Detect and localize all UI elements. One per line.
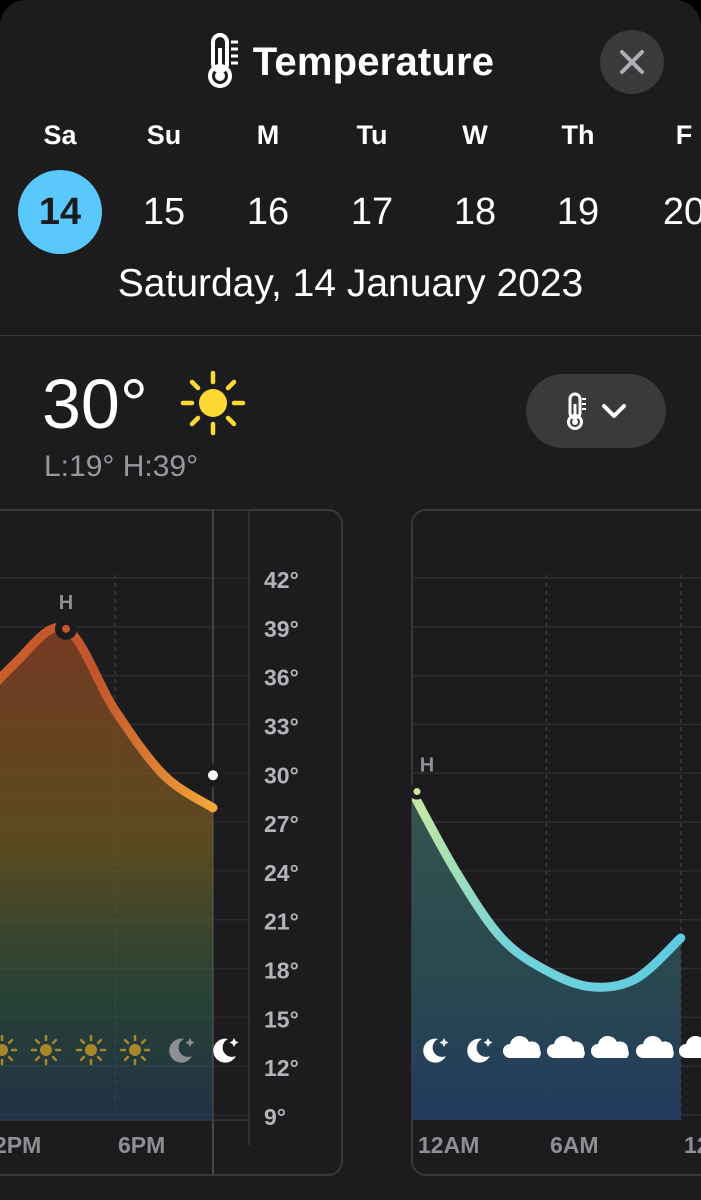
day-abbr: W (462, 120, 488, 150)
y-tick-label: 24° (264, 860, 299, 886)
x-tick-label: 6AM (550, 1132, 599, 1158)
metric-menu-button[interactable] (526, 374, 666, 448)
day-number: 19 (556, 190, 600, 233)
chevron-down-icon (602, 404, 626, 418)
selected-date-label: Saturday, 14 January 2023 (117, 262, 584, 305)
temperature-sheet: Temperature Sa 14 Su 15 M 16 Tu 17 W 18 (0, 0, 701, 1200)
divider (0, 335, 701, 336)
close-icon (620, 50, 644, 74)
sheet-header: Temperature (0, 30, 701, 94)
sun-core (85, 1044, 97, 1056)
sun-icon (180, 370, 246, 441)
high-marker-dot (62, 624, 70, 633)
close-button[interactable] (600, 30, 664, 94)
x-tick-label: 12 (684, 1132, 701, 1158)
day-number: 18 (453, 190, 497, 233)
y-tick-label: 36° (264, 665, 299, 691)
day-abbr: Tu (356, 120, 388, 150)
day-abbr: M (256, 120, 280, 150)
high-marker-label: H (420, 755, 434, 777)
y-tick-label: 9° (264, 1104, 286, 1130)
sun-core (40, 1044, 52, 1056)
cloud-icon (679, 1035, 701, 1058)
day-abbr: Su (146, 120, 182, 150)
future-shade (213, 505, 249, 1120)
y-tick-label: 42° (264, 567, 299, 593)
high-marker-label: H (59, 592, 73, 614)
day-abbr: Th (561, 120, 595, 150)
day-number-selected: 14 (18, 170, 102, 254)
x-tick-label: 6PM (118, 1132, 165, 1158)
y-tick-label: 15° (264, 1006, 299, 1032)
cloud-shape (679, 1035, 701, 1058)
hourly-charts: H H 42° 39° 36° 33° 30° 27° 24° 21° 18° 15° 12° 9° 2PM… (0, 505, 701, 1185)
thermometer-icon (207, 32, 241, 93)
low-high-temperature: L:19° H:39° (44, 450, 199, 483)
y-tick-label: 21° (264, 909, 299, 935)
day-number: 17 (350, 190, 394, 233)
y-tick-label: 12° (264, 1055, 299, 1081)
y-tick-label: 27° (264, 811, 299, 837)
high-marker-dot (413, 788, 421, 796)
y-tick-label: 33° (264, 713, 299, 739)
y-tick-label: 18° (264, 958, 299, 984)
current-marker-dot (208, 770, 218, 781)
week-day-picker: Sa 14 Su 15 M 16 Tu 17 W 18 Th 19 F 20 (0, 120, 701, 270)
day-number: 15 (142, 190, 186, 233)
day-number: 16 (246, 190, 290, 233)
day-abbr: Sa (43, 120, 77, 150)
sun-core (129, 1044, 141, 1056)
sheet-title: Temperature (252, 39, 495, 84)
thermometer-icon (567, 392, 586, 430)
y-tick-label: 39° (264, 616, 299, 642)
y-tick-label: 30° (264, 762, 299, 788)
day-abbr: F (675, 120, 693, 150)
x-tick-label: 2PM (0, 1132, 41, 1158)
day-number: 20 (662, 190, 701, 233)
current-temperature: 30° (42, 365, 148, 443)
x-tick-label: 12AM (418, 1132, 479, 1158)
temperature-chart[interactable]: H H 42° 39° 36° 33° 30° 27° 24° 21° 18° 15° 12° 9° 2PM… (0, 505, 701, 1185)
